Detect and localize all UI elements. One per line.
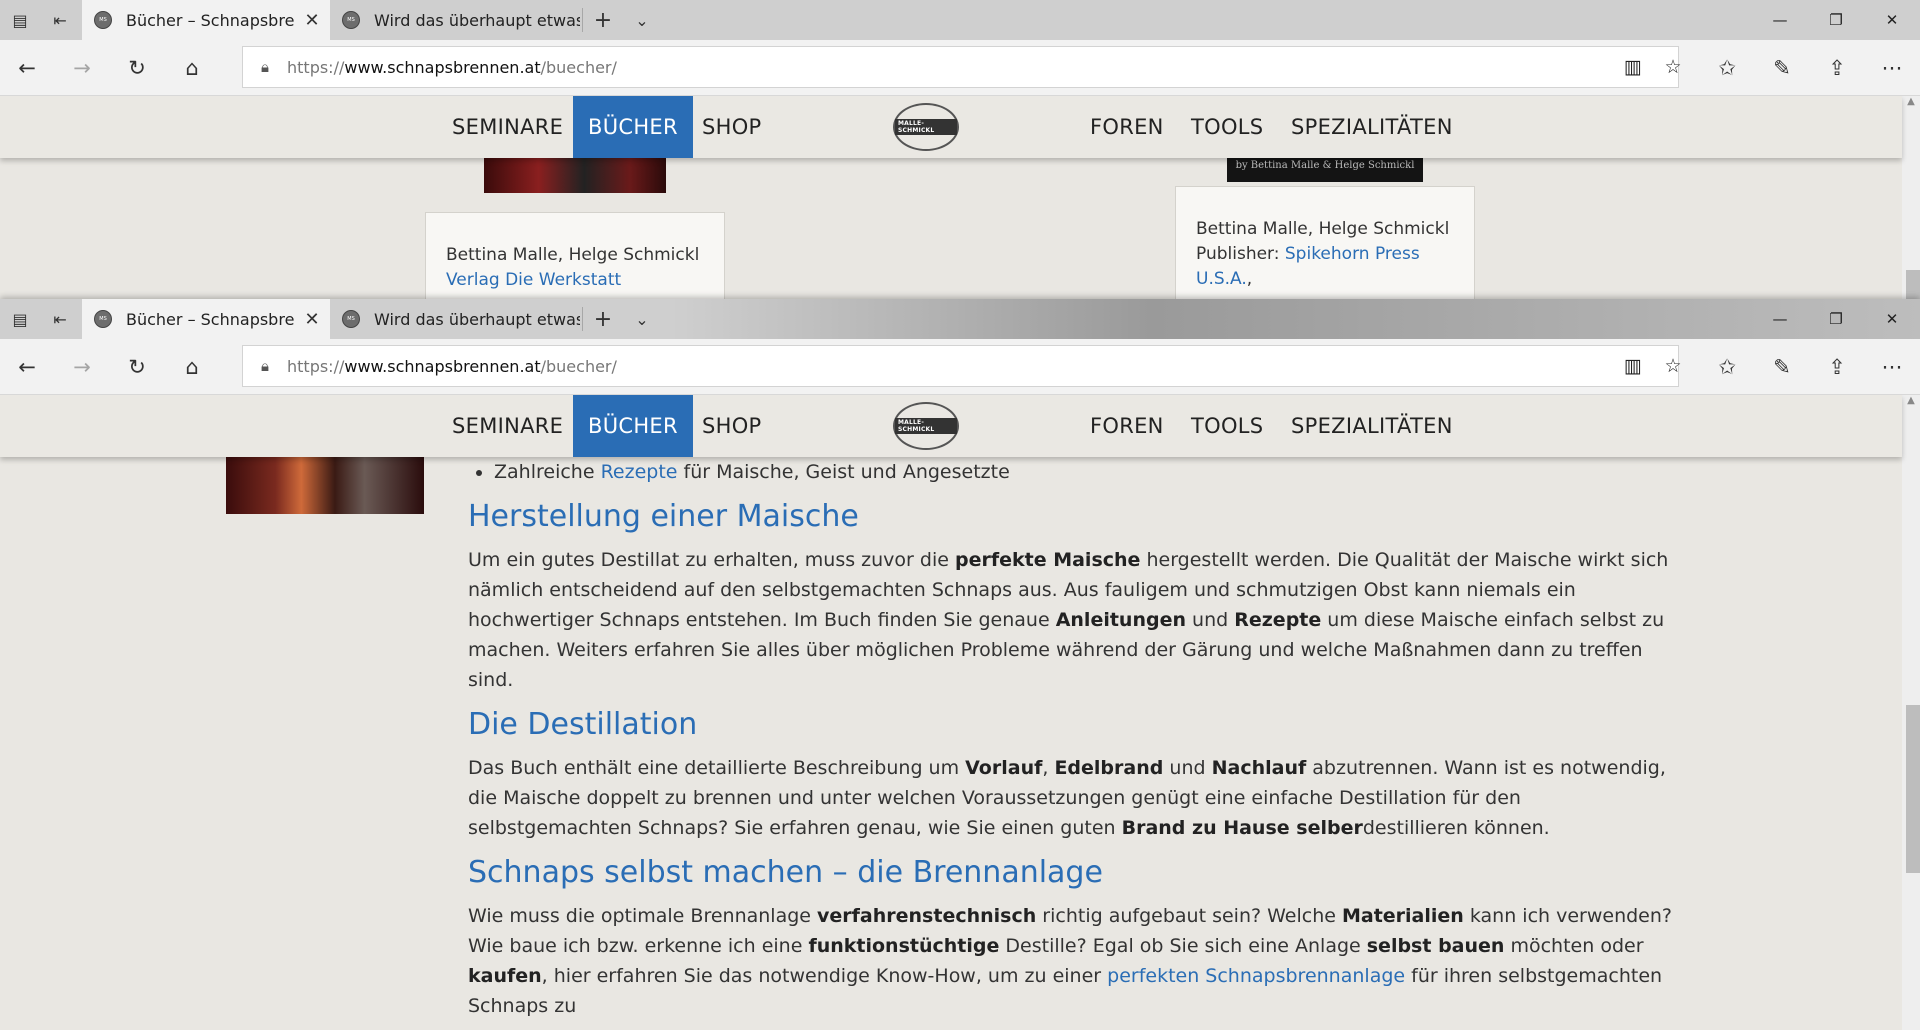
close-window-icon[interactable]: ✕ bbox=[1864, 0, 1920, 40]
site-favicon-icon: MS bbox=[94, 310, 112, 328]
site-navigation: SEMINARE BÜCHER SHOP MALLE-SCHMICKL FORE… bbox=[0, 96, 1902, 158]
tab-buecher[interactable]: MS Bücher – Schnapsbrenn ✕ bbox=[82, 299, 330, 339]
nav-foren[interactable]: FOREN bbox=[1075, 96, 1179, 158]
share-icon[interactable]: ⇪ bbox=[1810, 339, 1864, 395]
browser-toolbar: ← → ↻ ⌂ 🔒︎ https://www.schnapsbrennen.at… bbox=[0, 40, 1920, 96]
restore-icon[interactable]: ❐ bbox=[1808, 299, 1864, 339]
brennanlage-link[interactable]: perfekten Schnapsbrennanlage bbox=[1107, 965, 1405, 987]
page-scrollbar[interactable]: ▲ bbox=[1902, 96, 1920, 299]
address-bar[interactable]: 🔒︎ https://www.schnapsbrennen.at/buecher… bbox=[242, 46, 1682, 88]
share-icon[interactable]: ⇪ bbox=[1810, 40, 1864, 96]
tab-manager-icon[interactable]: ▤ bbox=[0, 0, 40, 40]
book-info-card: Bettina Malle, Helge Schmickl Verlag Die… bbox=[425, 212, 725, 299]
recipes-link[interactable]: Rezepte bbox=[601, 461, 678, 483]
site-favicon-icon: MS bbox=[342, 310, 360, 328]
site-logo[interactable]: MALLE-SCHMICKL bbox=[893, 103, 959, 151]
page-content: SEMINARE BÜCHER SHOP MALLE-SCHMICKL FORE… bbox=[0, 395, 1920, 1030]
book-authors: Bettina Malle, Helge Schmickl bbox=[446, 245, 700, 265]
close-tab-icon[interactable]: ✕ bbox=[294, 309, 330, 330]
book-cover-image[interactable] bbox=[484, 152, 666, 193]
nav-spezialitaeten[interactable]: SPEZIALITÄTEN bbox=[1276, 96, 1468, 158]
publisher-line: Publisher: Spikehorn Press U.S.A., bbox=[1196, 244, 1420, 289]
section-text-maische: Um ein gutes Destillat zu erhalten, muss… bbox=[468, 549, 1669, 691]
home-icon[interactable]: ⌂ bbox=[165, 339, 219, 395]
minimize-icon[interactable]: — bbox=[1752, 299, 1808, 339]
reading-view-icon[interactable]: ▥ bbox=[1613, 47, 1653, 87]
tab-wird-das[interactable]: MS Wird das überhaupt etwas? bbox=[330, 299, 580, 339]
tab-buecher[interactable]: MS Bücher – Schnapsbrenn ✕ bbox=[82, 0, 330, 40]
scroll-up-icon[interactable]: ▲ bbox=[1902, 96, 1920, 112]
scroll-up-icon[interactable]: ▲ bbox=[1902, 395, 1920, 411]
favorites-hub-icon[interactable]: ✩ bbox=[1700, 339, 1754, 395]
set-tabs-aside-icon[interactable]: ⇤ bbox=[40, 299, 80, 339]
forward-icon[interactable]: → bbox=[55, 339, 109, 395]
nav-seminare[interactable]: SEMINARE bbox=[437, 96, 578, 158]
restore-icon[interactable]: ❐ bbox=[1808, 0, 1864, 40]
scrollbar-thumb[interactable] bbox=[1906, 270, 1920, 299]
feature-list: Zahlreiche Rezepte für Maische, Geist un… bbox=[468, 457, 1688, 487]
nav-buecher[interactable]: BÜCHER bbox=[573, 395, 693, 457]
nav-foren[interactable]: FOREN bbox=[1075, 395, 1179, 457]
section-text-brennanlage: Wie muss die optimale Brennanlage verfah… bbox=[468, 905, 1672, 1017]
favorite-star-icon[interactable]: ☆ bbox=[1653, 346, 1693, 386]
more-menu-icon[interactable]: ⋯ bbox=[1865, 40, 1919, 96]
pen-notes-icon[interactable]: ✎ bbox=[1755, 40, 1809, 96]
nav-shop[interactable]: SHOP bbox=[687, 96, 777, 158]
book-info-card-english: Bettina Malle, Helge Schmickl Publisher:… bbox=[1175, 186, 1475, 299]
pen-notes-icon[interactable]: ✎ bbox=[1755, 339, 1809, 395]
favorites-hub-icon[interactable]: ✩ bbox=[1700, 40, 1754, 96]
tab-wird-das[interactable]: MS Wird das überhaupt etwas? bbox=[330, 0, 580, 40]
site-navigation: SEMINARE BÜCHER SHOP MALLE-SCHMICKL FORE… bbox=[0, 395, 1902, 457]
close-window-icon[interactable]: ✕ bbox=[1864, 299, 1920, 339]
nav-spezialitaeten[interactable]: SPEZIALITÄTEN bbox=[1276, 395, 1468, 457]
nav-shop[interactable]: SHOP bbox=[687, 395, 777, 457]
close-tab-icon[interactable]: ✕ bbox=[294, 10, 330, 31]
favorite-star-icon[interactable]: ☆ bbox=[1653, 47, 1693, 87]
page-content: SEMINARE BÜCHER SHOP MALLE-SCHMICKL FORE… bbox=[0, 96, 1920, 299]
nav-seminare[interactable]: SEMINARE bbox=[437, 395, 578, 457]
book-description: Zahlreiche Rezepte für Maische, Geist un… bbox=[468, 457, 1688, 1021]
forward-icon[interactable]: → bbox=[55, 40, 109, 96]
refresh-icon[interactable]: ↻ bbox=[110, 339, 164, 395]
page-scrollbar[interactable]: ▲ bbox=[1902, 395, 1920, 1030]
back-icon[interactable]: ← bbox=[0, 40, 54, 96]
site-favicon-icon: MS bbox=[94, 11, 112, 29]
back-icon[interactable]: ← bbox=[0, 339, 54, 395]
tab-bar: ▤ ⇤ MS Bücher – Schnapsbrenn ✕ MS Wird d… bbox=[0, 299, 1920, 339]
tab-bar: ▤ ⇤ MS Bücher – Schnapsbrenn ✕ MS Wird d… bbox=[0, 0, 1920, 40]
section-heading-brennanlage: Schnaps selbst machen – die Brennanlage bbox=[468, 855, 1103, 890]
publisher-link[interactable]: Verlag Die Werkstatt bbox=[446, 270, 621, 290]
lock-icon: 🔒︎ bbox=[261, 58, 269, 76]
set-tabs-aside-icon[interactable]: ⇤ bbox=[40, 0, 80, 40]
reading-view-icon[interactable]: ▥ bbox=[1613, 346, 1653, 386]
chevron-down-icon[interactable]: ⌄ bbox=[622, 0, 662, 40]
lock-icon: 🔒︎ bbox=[261, 357, 269, 375]
nav-tools[interactable]: TOOLS bbox=[1176, 395, 1278, 457]
new-tab-icon[interactable]: + bbox=[583, 299, 623, 339]
browser-toolbar: ← → ↻ ⌂ 🔒︎ https://www.schnapsbrennen.at… bbox=[0, 339, 1920, 395]
site-logo[interactable]: MALLE-SCHMICKL bbox=[893, 402, 959, 450]
nav-tools[interactable]: TOOLS bbox=[1176, 96, 1278, 158]
section-heading-destillation: Die Destillation bbox=[468, 707, 698, 742]
tab-manager-icon[interactable]: ▤ bbox=[0, 299, 40, 339]
home-icon[interactable]: ⌂ bbox=[165, 40, 219, 96]
section-heading-maische: Herstellung einer Maische bbox=[468, 499, 859, 534]
address-bar[interactable]: 🔒︎ https://www.schnapsbrennen.at/buecher… bbox=[242, 345, 1682, 387]
list-item: Zahlreiche Rezepte für Maische, Geist un… bbox=[494, 457, 1688, 487]
more-menu-icon[interactable]: ⋯ bbox=[1865, 339, 1919, 395]
scrollbar-thumb[interactable] bbox=[1906, 705, 1920, 873]
book-cover-image[interactable] bbox=[226, 457, 424, 514]
chevron-down-icon[interactable]: ⌄ bbox=[622, 299, 662, 339]
book-authors: Bettina Malle, Helge Schmickl bbox=[1196, 219, 1450, 239]
browser-window-background: ▤ ⇤ MS Bücher – Schnapsbrenn ✕ MS Wird d… bbox=[0, 0, 1920, 299]
site-favicon-icon: MS bbox=[342, 11, 360, 29]
refresh-icon[interactable]: ↻ bbox=[110, 40, 164, 96]
new-tab-icon[interactable]: + bbox=[583, 0, 623, 40]
section-text-destillation: Das Buch enthält eine detaillierte Besch… bbox=[468, 757, 1666, 839]
nav-buecher[interactable]: BÜCHER bbox=[573, 96, 693, 158]
browser-window-foreground: ▤ ⇤ MS Bücher – Schnapsbrenn ✕ MS Wird d… bbox=[0, 299, 1920, 1030]
minimize-icon[interactable]: — bbox=[1752, 0, 1808, 40]
